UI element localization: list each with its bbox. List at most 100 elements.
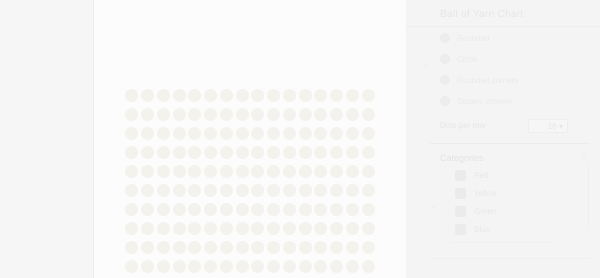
dot-grid [124, 86, 376, 278]
arrow-left-icon[interactable]: < [432, 203, 437, 212]
dot [141, 184, 155, 197]
dot-cell [124, 105, 140, 124]
panel-divider [406, 26, 600, 27]
category-item-green[interactable]: Green [455, 206, 496, 217]
dot-cell [171, 124, 187, 143]
dot [156, 260, 170, 273]
chevron-up-icon[interactable]: ^ [582, 152, 586, 161]
dot [156, 108, 170, 121]
dot [345, 203, 359, 216]
dot [298, 241, 312, 254]
dot [314, 260, 328, 273]
dot-cell [266, 124, 282, 143]
dot [298, 165, 312, 178]
dot-cell [124, 86, 140, 105]
dot-cell [140, 105, 156, 124]
dot [172, 184, 186, 197]
option-label: Square corners [457, 96, 512, 106]
dot-cell [187, 219, 203, 238]
dot-cell [360, 124, 376, 143]
dot-cell [297, 257, 313, 276]
dot [235, 165, 249, 178]
dot [251, 241, 265, 254]
dot-cell [171, 238, 187, 257]
dot-cell [345, 143, 361, 162]
color-swatch[interactable] [455, 224, 466, 235]
dot [330, 222, 344, 235]
category-label: Red [474, 171, 489, 180]
dot-cell [329, 143, 345, 162]
dot-cell [140, 124, 156, 143]
option-square-corners[interactable]: Square corners [440, 96, 512, 106]
dot-cell [140, 200, 156, 219]
dot-cell [250, 200, 266, 219]
dot [267, 89, 281, 102]
dot-cell [124, 238, 140, 257]
collapse-arrow-icon[interactable]: < [423, 62, 428, 71]
dot-cell [313, 238, 329, 257]
dot-cell [297, 86, 313, 105]
settings-panel [406, 0, 600, 278]
dot [267, 222, 281, 235]
dot-cell [234, 86, 250, 105]
dot [204, 146, 218, 159]
option-rounded[interactable]: Rounded [440, 33, 489, 43]
dot-cell [203, 238, 219, 257]
dot-cell [297, 105, 313, 124]
category-item-yellow[interactable]: Yellow [455, 188, 497, 199]
category-label: Yellow [474, 189, 497, 198]
dot [188, 222, 202, 235]
dot-cell [140, 181, 156, 200]
dot [314, 146, 328, 159]
dot [219, 108, 233, 121]
dot [141, 127, 155, 140]
dot [156, 89, 170, 102]
dot [345, 260, 359, 273]
dot [267, 165, 281, 178]
color-swatch[interactable] [455, 170, 466, 181]
dot-cell [219, 105, 235, 124]
dot [330, 203, 344, 216]
dot-cell [266, 105, 282, 124]
dot-cell [329, 219, 345, 238]
dot-cell [203, 105, 219, 124]
dot [267, 108, 281, 121]
category-item-red[interactable]: Red [455, 170, 489, 181]
dot [219, 260, 233, 273]
dot [314, 89, 328, 102]
color-swatch[interactable] [455, 206, 466, 217]
dot [267, 184, 281, 197]
dot-cell [266, 200, 282, 219]
dot [282, 146, 296, 159]
dot-cell [156, 162, 172, 181]
dot-cell [234, 105, 250, 124]
dot [251, 108, 265, 121]
dot [204, 241, 218, 254]
dot-cell [156, 86, 172, 105]
color-swatch[interactable] [455, 188, 466, 199]
dot [251, 89, 265, 102]
dot-cell [187, 181, 203, 200]
option-rounded-corners[interactable]: Rounded corners [440, 75, 518, 85]
dot [125, 222, 139, 235]
circle-icon [440, 33, 450, 43]
option-circle[interactable]: Circle [440, 54, 477, 64]
category-item-blue[interactable]: Blue [455, 224, 490, 235]
dot [172, 203, 186, 216]
dot [219, 146, 233, 159]
dot-cell [313, 105, 329, 124]
dots-per-row-select[interactable]: 16 ▾ [528, 119, 568, 133]
dot [204, 89, 218, 102]
dot-cell [313, 219, 329, 238]
dot [141, 89, 155, 102]
dot-cell [234, 181, 250, 200]
dot-cell [250, 105, 266, 124]
dot-cell [266, 257, 282, 276]
dot-cell [140, 257, 156, 276]
dot [251, 203, 265, 216]
scrollbar[interactable] [588, 165, 589, 227]
dot-cell [234, 143, 250, 162]
dot-cell [219, 124, 235, 143]
dot [141, 146, 155, 159]
dots-per-row-label: Dots per row [440, 121, 486, 130]
